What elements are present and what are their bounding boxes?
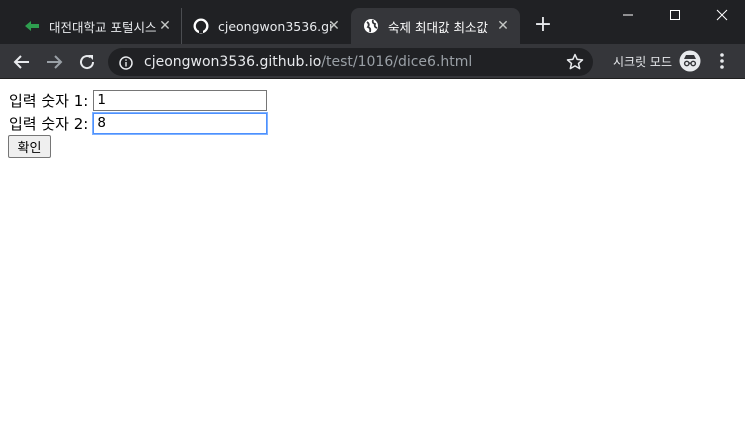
incognito-icon[interactable]: [679, 50, 701, 72]
bookmark-star-icon[interactable]: [565, 52, 585, 72]
input-row-2: 입력 숫자 2:: [9, 112, 268, 134]
number1-input[interactable]: [93, 89, 268, 111]
tab-title: 대전대학교 포털시스: [49, 19, 156, 35]
more-menu-icon[interactable]: [714, 51, 730, 71]
maximize-button[interactable]: [652, 3, 698, 27]
close-tab-icon[interactable]: ✕: [325, 17, 343, 35]
reload-button[interactable]: [75, 50, 99, 74]
new-tab-button[interactable]: +: [532, 14, 554, 36]
tab-title: cjeongwon3536.github: [218, 18, 333, 34]
confirm-button[interactable]: 확인: [8, 135, 51, 158]
tab-github[interactable]: cjeongwon3536.github ✕: [181, 8, 351, 44]
back-button[interactable]: [10, 50, 34, 74]
url-text[interactable]: cjeongwon3536.github.io/test/1016/dice6.…: [144, 53, 472, 71]
incognito-label: 시크릿 모드: [613, 55, 673, 69]
info-icon[interactable]: [119, 55, 133, 70]
browser-titlebar: 대전대학교 포털시스 ✕ cjeongwon3536.github ✕ 숙제 최…: [0, 0, 745, 44]
url-path: /test/1016/dice6.html: [321, 54, 473, 70]
reload-icon: [80, 55, 95, 70]
number2-label: 입력 숫자 2:: [9, 114, 89, 133]
green-leaf-icon: [24, 18, 40, 34]
forward-button[interactable]: [42, 50, 66, 74]
address-bar[interactable]: cjeongwon3536.github.io/test/1016/dice6.…: [108, 48, 593, 76]
input-row-1: 입력 숫자 1:: [9, 89, 268, 111]
globe-icon: [363, 18, 379, 34]
tab-portal[interactable]: 대전대학교 포털시스 ✕: [10, 8, 182, 44]
page-content: 입력 숫자 1: 입력 숫자 2: 확인: [0, 80, 745, 432]
arrow-left-icon: [13, 55, 29, 69]
tab-active-homework[interactable]: 숙제 최대값 최소값 ✕: [351, 8, 520, 44]
number1-label: 입력 숫자 1:: [9, 91, 89, 110]
minimize-button[interactable]: [605, 3, 651, 27]
url-host: cjeongwon3536.github.io: [144, 54, 322, 70]
window-close-button[interactable]: [699, 3, 745, 27]
close-tab-icon[interactable]: ✕: [156, 17, 174, 35]
github-icon: [193, 18, 209, 34]
tab-title: 숙제 최대값 최소값: [388, 19, 488, 35]
close-tab-icon[interactable]: ✕: [494, 17, 512, 35]
number2-input[interactable]: [93, 112, 268, 134]
arrow-right-icon: [47, 55, 63, 69]
